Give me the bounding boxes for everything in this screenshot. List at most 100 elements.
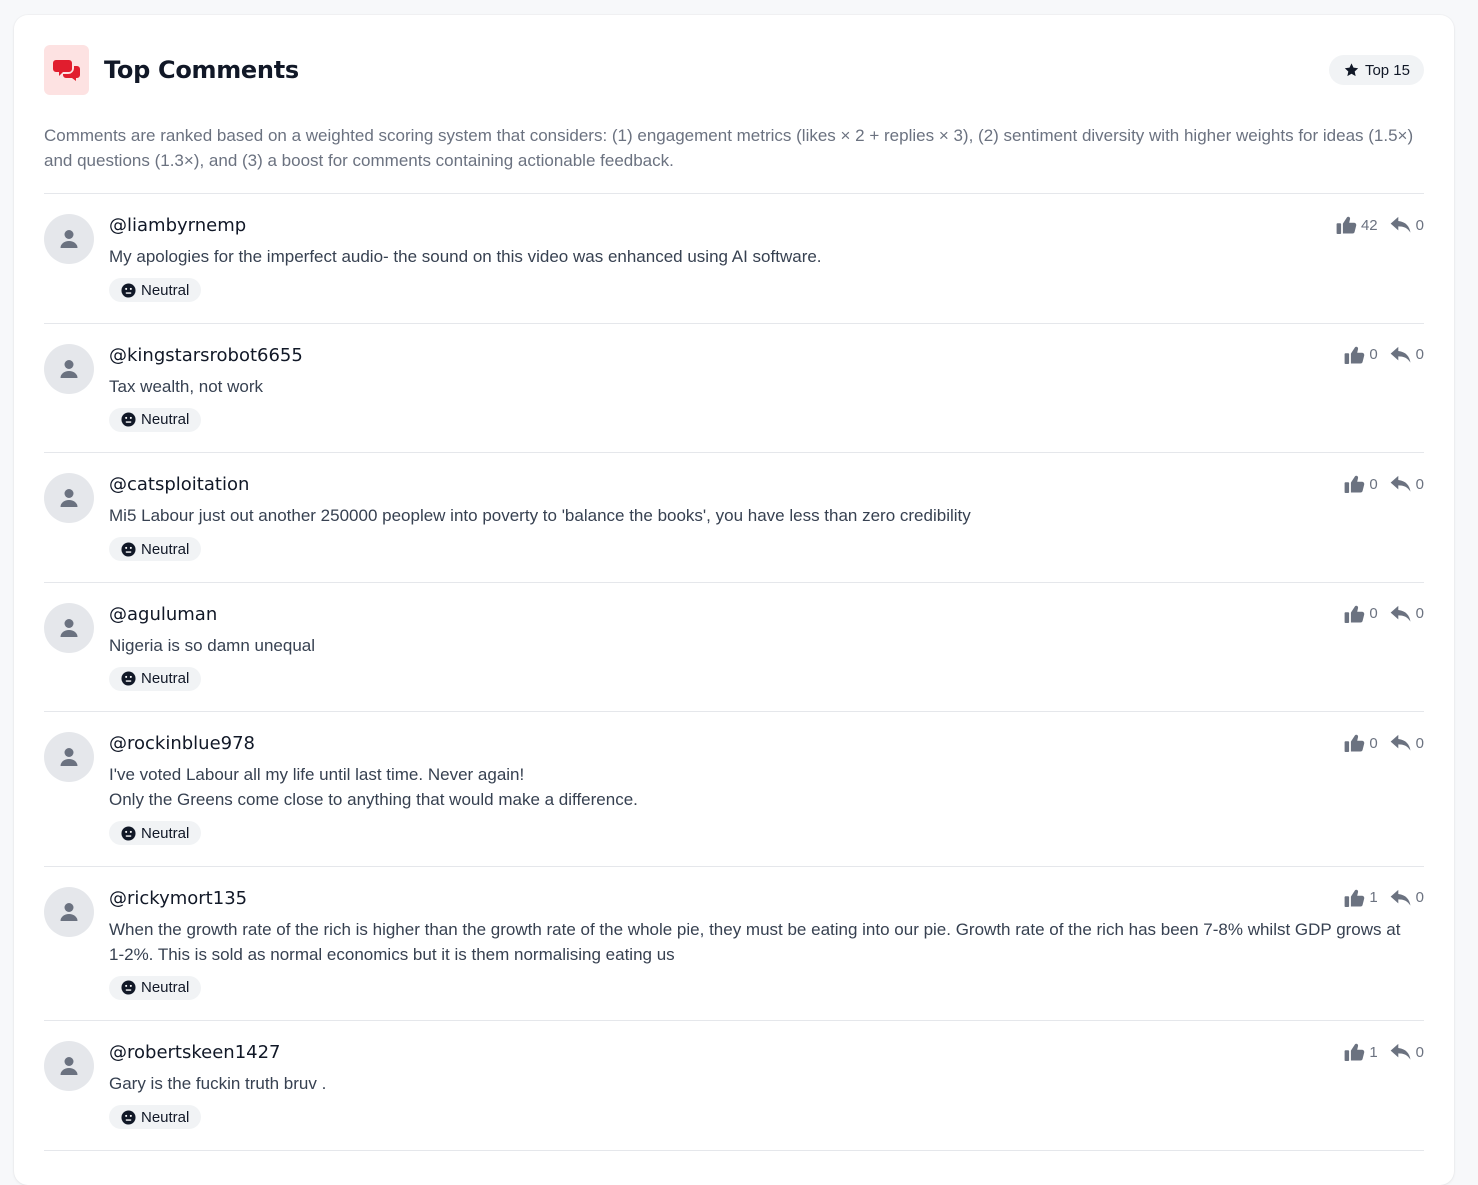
- comment-list: @liambyrnemp My apologies for the imperf…: [44, 194, 1424, 1151]
- neutral-face-icon: [121, 671, 136, 686]
- comment-username[interactable]: @rockinblue978: [109, 732, 1424, 756]
- reply-count: 0: [1415, 1043, 1424, 1061]
- comment-text: My apologies for the imperfect audio- th…: [109, 247, 822, 266]
- reply-count: 0: [1415, 889, 1424, 906]
- sentiment-label: Neutral: [141, 540, 190, 558]
- comments-icon: [44, 45, 89, 95]
- comment-body: @kingstarsrobot6655 Tax wealth, not work…: [109, 344, 1424, 433]
- like-count: 0: [1369, 346, 1378, 363]
- reply-icon: [1390, 346, 1411, 363]
- card-header: Top Comments Top 15: [44, 45, 1424, 95]
- avatar: [44, 1041, 94, 1091]
- comment-body: @rockinblue978 I've voted Labour all my …: [109, 732, 1424, 846]
- thumbs-up-icon: [1344, 346, 1365, 364]
- neutral-face-icon: [121, 825, 136, 841]
- avatar: [44, 473, 94, 523]
- comment-username[interactable]: @catsploitation: [109, 473, 1424, 497]
- thumbs-up-icon: [1344, 734, 1365, 752]
- comment-text: I've voted Labour all my life until last…: [109, 765, 638, 809]
- thumbs-up-icon: [1344, 1043, 1365, 1061]
- like-stat: 1: [1344, 1043, 1378, 1061]
- neutral-face-icon: [121, 412, 136, 427]
- sentiment-label: Neutral: [141, 411, 190, 428]
- comment-stats: 1 0: [1332, 889, 1424, 907]
- user-icon: [60, 489, 78, 507]
- top-count-label: Top 15: [1364, 61, 1410, 79]
- reply-icon: [1390, 889, 1411, 906]
- comment-stats: 0 0: [1332, 346, 1424, 364]
- like-stat: 42: [1336, 216, 1378, 234]
- like-count: 1: [1369, 889, 1378, 906]
- avatar: [44, 732, 94, 782]
- sentiment-badge: Neutral: [109, 1105, 202, 1129]
- reply-count: 0: [1415, 605, 1424, 622]
- comment-username[interactable]: @aguluman: [109, 603, 1424, 627]
- thumbs-up-icon: [1344, 889, 1365, 907]
- comment-stats: 1 0: [1332, 1043, 1424, 1061]
- like-stat: 0: [1344, 346, 1378, 364]
- header-left: Top Comments: [44, 45, 299, 95]
- like-stat: 0: [1344, 734, 1378, 752]
- ranking-description: Comments are ranked based on a weighted …: [44, 123, 1424, 194]
- sentiment-badge: Neutral: [109, 666, 202, 691]
- sentiment-badge: Neutral: [109, 821, 202, 845]
- avatar: [44, 214, 94, 264]
- comment-text: When the growth rate of the rich is high…: [109, 919, 1401, 964]
- comment-body: @catsploitation Mi5 Labour just out anot…: [109, 473, 1424, 562]
- comment-username[interactable]: @robertskeen1427: [109, 1041, 1424, 1065]
- reply-count: 0: [1415, 346, 1424, 363]
- comment-username[interactable]: @kingstarsrobot6655: [109, 344, 1424, 368]
- like-count: 0: [1369, 734, 1378, 752]
- reply-icon: [1390, 1043, 1411, 1060]
- comment-item: @catsploitation Mi5 Labour just out anot…: [44, 453, 1424, 583]
- comment-item: @aguluman Nigeria is so damn unequal Neu…: [44, 583, 1424, 712]
- comment-body: @aguluman Nigeria is so damn unequal Neu…: [109, 603, 1424, 692]
- reply-icon: [1390, 475, 1411, 492]
- like-count: 42: [1360, 216, 1378, 234]
- reply-icon: [1390, 605, 1411, 622]
- like-count: 0: [1369, 475, 1378, 493]
- comment-text: Mi5 Labour just out another 250000 peopl…: [109, 506, 971, 525]
- user-icon: [60, 230, 78, 248]
- user-icon: [60, 359, 78, 378]
- comment-text: Tax wealth, not work: [109, 376, 264, 396]
- comment-item: @robertskeen1427 Gary is the fuckin trut…: [44, 1021, 1424, 1151]
- comment-body: @liambyrnemp My apologies for the imperf…: [109, 214, 1424, 303]
- sentiment-badge: Neutral: [109, 537, 202, 561]
- reply-stat: 0: [1390, 605, 1424, 623]
- comment-stats: 0 0: [1332, 734, 1424, 752]
- neutral-face-icon: [121, 980, 136, 995]
- reply-stat: 0: [1390, 216, 1424, 234]
- comment-stats: 42 0: [1324, 216, 1424, 234]
- reply-stat: 0: [1390, 475, 1424, 493]
- like-stat: 0: [1344, 605, 1378, 623]
- avatar: [44, 886, 94, 937]
- comment-item: @kingstarsrobot6655 Tax wealth, not work…: [44, 324, 1424, 453]
- reply-count: 0: [1415, 475, 1424, 493]
- avatar: [44, 343, 94, 394]
- page-title: Top Comments: [104, 56, 299, 84]
- user-icon: [60, 618, 78, 637]
- thumbs-up-icon: [1336, 216, 1357, 234]
- neutral-face-icon: [121, 541, 136, 557]
- sentiment-label: Neutral: [141, 1108, 190, 1126]
- top-count-badge[interactable]: Top 15: [1328, 55, 1424, 85]
- sentiment-badge: Neutral: [109, 407, 202, 432]
- thumbs-up-icon: [1344, 605, 1365, 623]
- like-stat: 1: [1344, 889, 1378, 907]
- thumbs-up-icon: [1344, 475, 1365, 493]
- like-stat: 0: [1344, 475, 1378, 493]
- comment-body: @robertskeen1427 Gary is the fuckin trut…: [109, 1041, 1424, 1130]
- sentiment-label: Neutral: [141, 824, 190, 842]
- reply-stat: 0: [1390, 889, 1424, 907]
- comment-stats: 0 0: [1332, 605, 1424, 623]
- reply-stat: 0: [1390, 346, 1424, 364]
- avatar: [44, 602, 94, 653]
- comment-username[interactable]: @rickymort135: [109, 887, 1424, 911]
- reply-stat: 0: [1390, 734, 1424, 752]
- reply-count: 0: [1415, 216, 1424, 234]
- sentiment-label: Neutral: [141, 281, 190, 299]
- comment-item: @liambyrnemp My apologies for the imperf…: [44, 194, 1424, 324]
- comment-username[interactable]: @liambyrnemp: [109, 214, 1424, 238]
- user-icon: [60, 748, 78, 766]
